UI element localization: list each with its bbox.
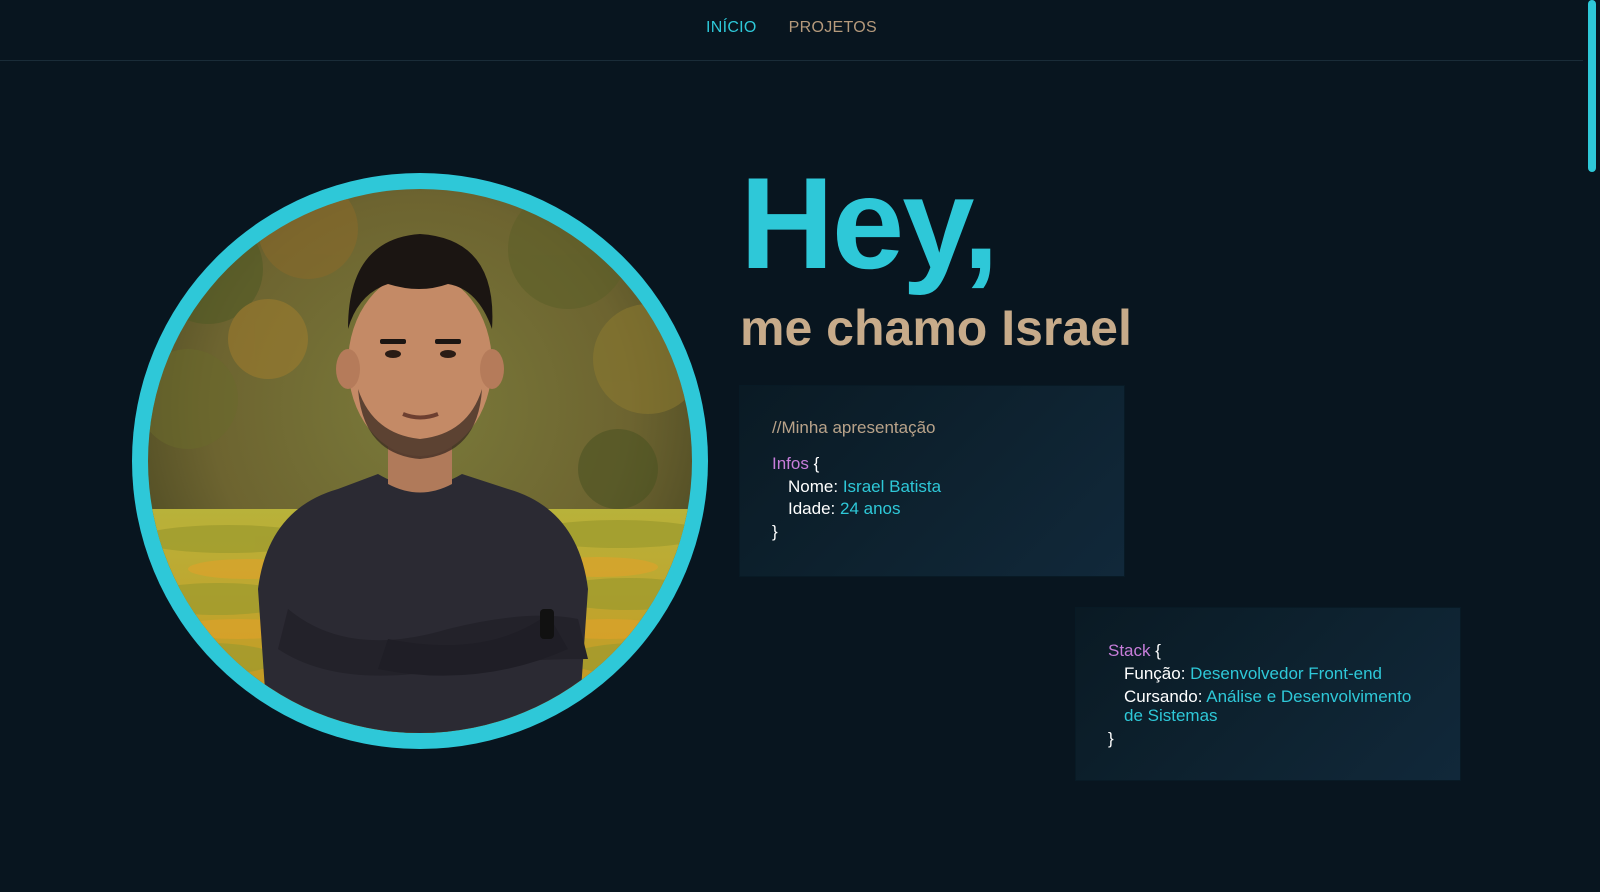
stack-open-brace: { (1155, 641, 1161, 660)
info-field-key: Idade: (788, 499, 836, 518)
stack-field-key: Cursando: (1124, 687, 1203, 706)
nav-link-projetos[interactable]: PROJETOS (789, 19, 877, 37)
stack-keyword: Stack (1108, 641, 1151, 660)
greeting-subtitle: me chamo Israel (740, 300, 1132, 356)
info-field-value: Israel Batista (842, 477, 942, 496)
info-close-brace: } (772, 522, 778, 541)
nav-link-inicio[interactable]: INÍCIO (706, 19, 757, 37)
profile-photo-frame (132, 173, 708, 749)
info-field-key: Nome: (788, 477, 839, 496)
stack-field-value: Desenvolvedor Front-end (1190, 664, 1382, 683)
stack-field-course: Cursando: Análise e Desenvolvimento de S… (1124, 687, 1424, 725)
scrollbar-thumb[interactable] (1588, 0, 1596, 172)
info-field-name: Nome: Israel Batista (788, 476, 941, 498)
stack-close-brace: } (1108, 729, 1114, 748)
greeting-heading: Hey, (740, 150, 999, 296)
profile-photo (148, 189, 692, 733)
info-field-age: Idade: 24 anos (788, 498, 901, 520)
stack-field-role: Função: Desenvolvedor Front-end (1124, 663, 1382, 685)
info-code-card: //Minha apresentação Infos { Nome: Israe… (740, 386, 1124, 576)
info-keyword: Infos (772, 454, 809, 473)
stack-code-card: Stack { Função: Desenvolvedor Front-end … (1076, 608, 1460, 780)
scrollbar[interactable] (1583, 0, 1600, 892)
top-navbar: INÍCIO PROJETOS (0, 0, 1583, 61)
info-field-value: 24 anos (840, 499, 901, 518)
info-open-line: Infos { (772, 453, 819, 475)
info-open-brace: { (813, 454, 820, 473)
info-comment: //Minha apresentação (772, 418, 936, 437)
page: INÍCIO PROJETOS Hey, me chamo Israel //M… (0, 0, 1600, 892)
stack-field-key: Função: (1124, 664, 1186, 683)
stack-open-line: Stack { (1108, 640, 1161, 662)
